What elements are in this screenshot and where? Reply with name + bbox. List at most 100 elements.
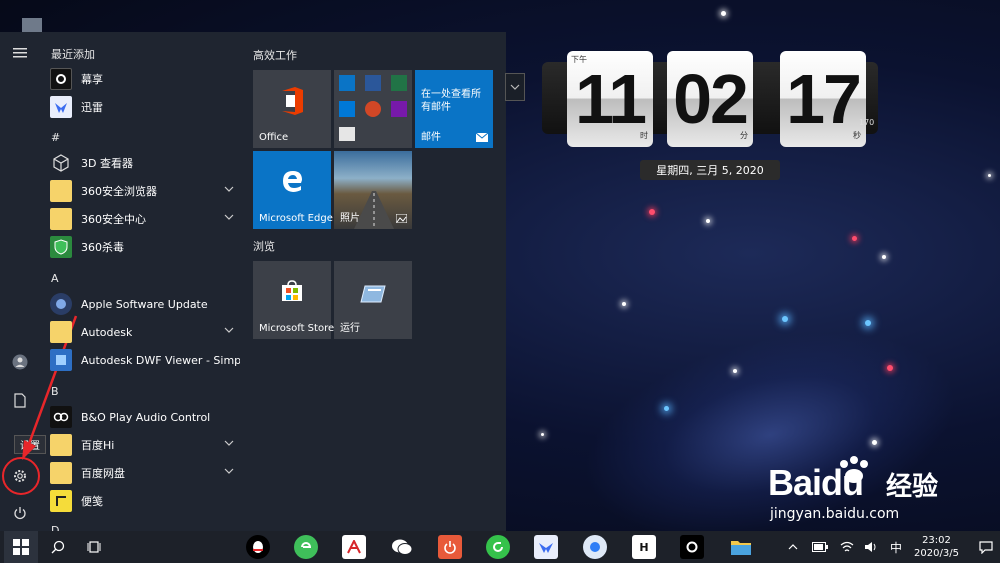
- star: [622, 302, 626, 306]
- app-list: 最近添加 幕享 迅雷 # 3D 查看器 360安全浏览器 360安全中心 360…: [44, 32, 244, 537]
- flip-clock-widget: 11 下午 时 02 分 17 秒 170: [542, 51, 878, 147]
- xunlei-icon: [50, 96, 72, 118]
- baidu-jingyan-watermark: Baidu 经验 jingyan.baidu.com: [768, 456, 948, 522]
- taskbar-app-wechat[interactable]: [388, 534, 416, 560]
- app-item-muxiang[interactable]: 幕享: [50, 66, 240, 92]
- taskbar-app-hbuilder[interactable]: H: [630, 534, 658, 560]
- star: [706, 219, 710, 223]
- app-item-autodesk-dwf-viewer[interactable]: Autodesk DWF Viewer - Simplifie...: [50, 347, 240, 373]
- input-language-indicator[interactable]: 中: [890, 539, 902, 556]
- clock-extra-label: 170: [859, 118, 875, 127]
- folder-icon: [50, 434, 72, 456]
- section-header-recent: 最近添加: [51, 48, 95, 61]
- chevron-down-icon: [224, 440, 234, 446]
- onenote-icon: [391, 101, 407, 117]
- app-label: Autodesk: [81, 325, 133, 339]
- app-item-xunlei[interactable]: 迅雷: [50, 94, 240, 120]
- microsoft-store-tile[interactable]: Microsoft Store: [253, 261, 334, 339]
- taskbar: H 中 23:02 2020/3/5: [0, 531, 1000, 563]
- taskbar-time: 23:02: [922, 535, 951, 546]
- taskbar-app-power[interactable]: [436, 534, 464, 560]
- star: [988, 174, 991, 177]
- battery-icon[interactable]: [812, 542, 828, 552]
- taskbar-app-file-explorer[interactable]: [727, 534, 755, 560]
- taskbar-app-qq[interactable]: [244, 534, 272, 560]
- taskbar-app-360-browser[interactable]: [292, 534, 320, 560]
- green-refresh-icon: [486, 535, 510, 559]
- start-button[interactable]: [4, 531, 38, 563]
- clock-minute-unit: 分: [740, 131, 748, 140]
- office-tile[interactable]: Office: [253, 70, 331, 148]
- clock-minutes: 02 分: [667, 51, 753, 147]
- widget-dropdown-button[interactable]: [505, 73, 525, 101]
- chevron-down-icon: [224, 327, 234, 333]
- star: [782, 316, 788, 322]
- clock-ampm: 下午: [571, 55, 587, 64]
- folder-icon: [50, 180, 72, 202]
- clock-hour-unit: 时: [640, 131, 648, 140]
- notification-icon[interactable]: [979, 540, 993, 554]
- apple-update-icon: [50, 293, 72, 315]
- nebula-decoration: [562, 296, 978, 563]
- desktop-icon[interactable]: [22, 18, 42, 32]
- app-item-360-antivirus[interactable]: 360杀毒: [50, 234, 240, 260]
- app-item-apple-software-update[interactable]: Apple Software Update: [50, 291, 240, 317]
- app-item-baidu-netdisk[interactable]: 百度网盘: [50, 460, 240, 486]
- road-photo: [354, 191, 394, 229]
- tile-label: 运行: [340, 323, 360, 334]
- chevron-up-icon[interactable]: [788, 543, 798, 551]
- photos-icon: [396, 214, 407, 223]
- run-icon: [360, 285, 386, 303]
- folder-icon: [50, 462, 72, 484]
- clock-hours-value: 11: [575, 60, 647, 138]
- taskbar-clock[interactable]: 23:02 2020/3/5: [914, 534, 959, 560]
- search-icon: [51, 540, 65, 554]
- mail-tile[interactable]: 在一处查看所有邮件 邮件: [415, 70, 493, 148]
- photos-tile[interactable]: 照片: [334, 151, 412, 229]
- pdf-reader-icon: [342, 535, 366, 559]
- app-item-autodesk[interactable]: Autodesk: [50, 319, 240, 345]
- store-icon: [282, 280, 302, 301]
- app-item-360-browser[interactable]: 360安全浏览器: [50, 178, 240, 204]
- windows-logo-icon: [13, 539, 29, 555]
- app-label: 幕享: [81, 73, 103, 86]
- sticky-notes-icon: [50, 490, 72, 512]
- folder-icon: [50, 321, 72, 343]
- hamburger-icon: [13, 48, 27, 58]
- app-item-baidu-hi[interactable]: 百度Hi: [50, 432, 240, 458]
- tile-label: 照片: [340, 213, 360, 224]
- taskbar-app-xunlei[interactable]: [532, 534, 560, 560]
- app-label: Apple Software Update: [81, 297, 208, 311]
- watermark-brand: Bai: [768, 462, 822, 503]
- wifi-icon[interactable]: [840, 541, 854, 553]
- search-button[interactable]: [44, 534, 72, 560]
- office-apps-folder-tile[interactable]: [334, 70, 412, 148]
- task-view-icon: [87, 541, 101, 553]
- muxiang-icon: [50, 68, 72, 90]
- app-item-sticky-notes[interactable]: 便笺: [50, 488, 240, 514]
- star: [852, 236, 857, 241]
- run-tile[interactable]: 运行: [334, 261, 412, 339]
- taskbar-app-muxiang[interactable]: [678, 534, 706, 560]
- volume-icon[interactable]: [864, 541, 878, 553]
- app-item-bo-audio[interactable]: B&O Play Audio Control: [50, 404, 240, 430]
- system-tray: 中 23:02 2020/3/5: [788, 531, 993, 563]
- taskbar-app-pdf[interactable]: [340, 534, 368, 560]
- power-button[interactable]: [0, 496, 40, 530]
- hbuilder-icon: H: [632, 535, 656, 559]
- hamburger-menu-button[interactable]: [0, 36, 40, 70]
- edge-tile[interactable]: Microsoft Edge: [253, 151, 333, 229]
- app-label: 3D 查看器: [81, 157, 133, 170]
- taskbar-app-baidu-netdisk[interactable]: [581, 534, 609, 560]
- app-label: Autodesk DWF Viewer - Simplifie...: [81, 353, 240, 367]
- taskbar-app-refresh[interactable]: [484, 534, 512, 560]
- 3d-viewer-icon: [50, 152, 72, 174]
- watermark-url: jingyan.baidu.com: [770, 506, 900, 522]
- task-view-button[interactable]: [80, 534, 108, 560]
- settings-highlight-circle: [2, 457, 40, 495]
- group-header-work: 高效工作: [253, 49, 297, 62]
- app-label: B&O Play Audio Control: [81, 410, 211, 424]
- app-item-360-security-center[interactable]: 360安全中心: [50, 206, 240, 232]
- tile-label: 邮件: [421, 132, 441, 143]
- app-item-3d-viewer[interactable]: 3D 查看器: [50, 150, 240, 176]
